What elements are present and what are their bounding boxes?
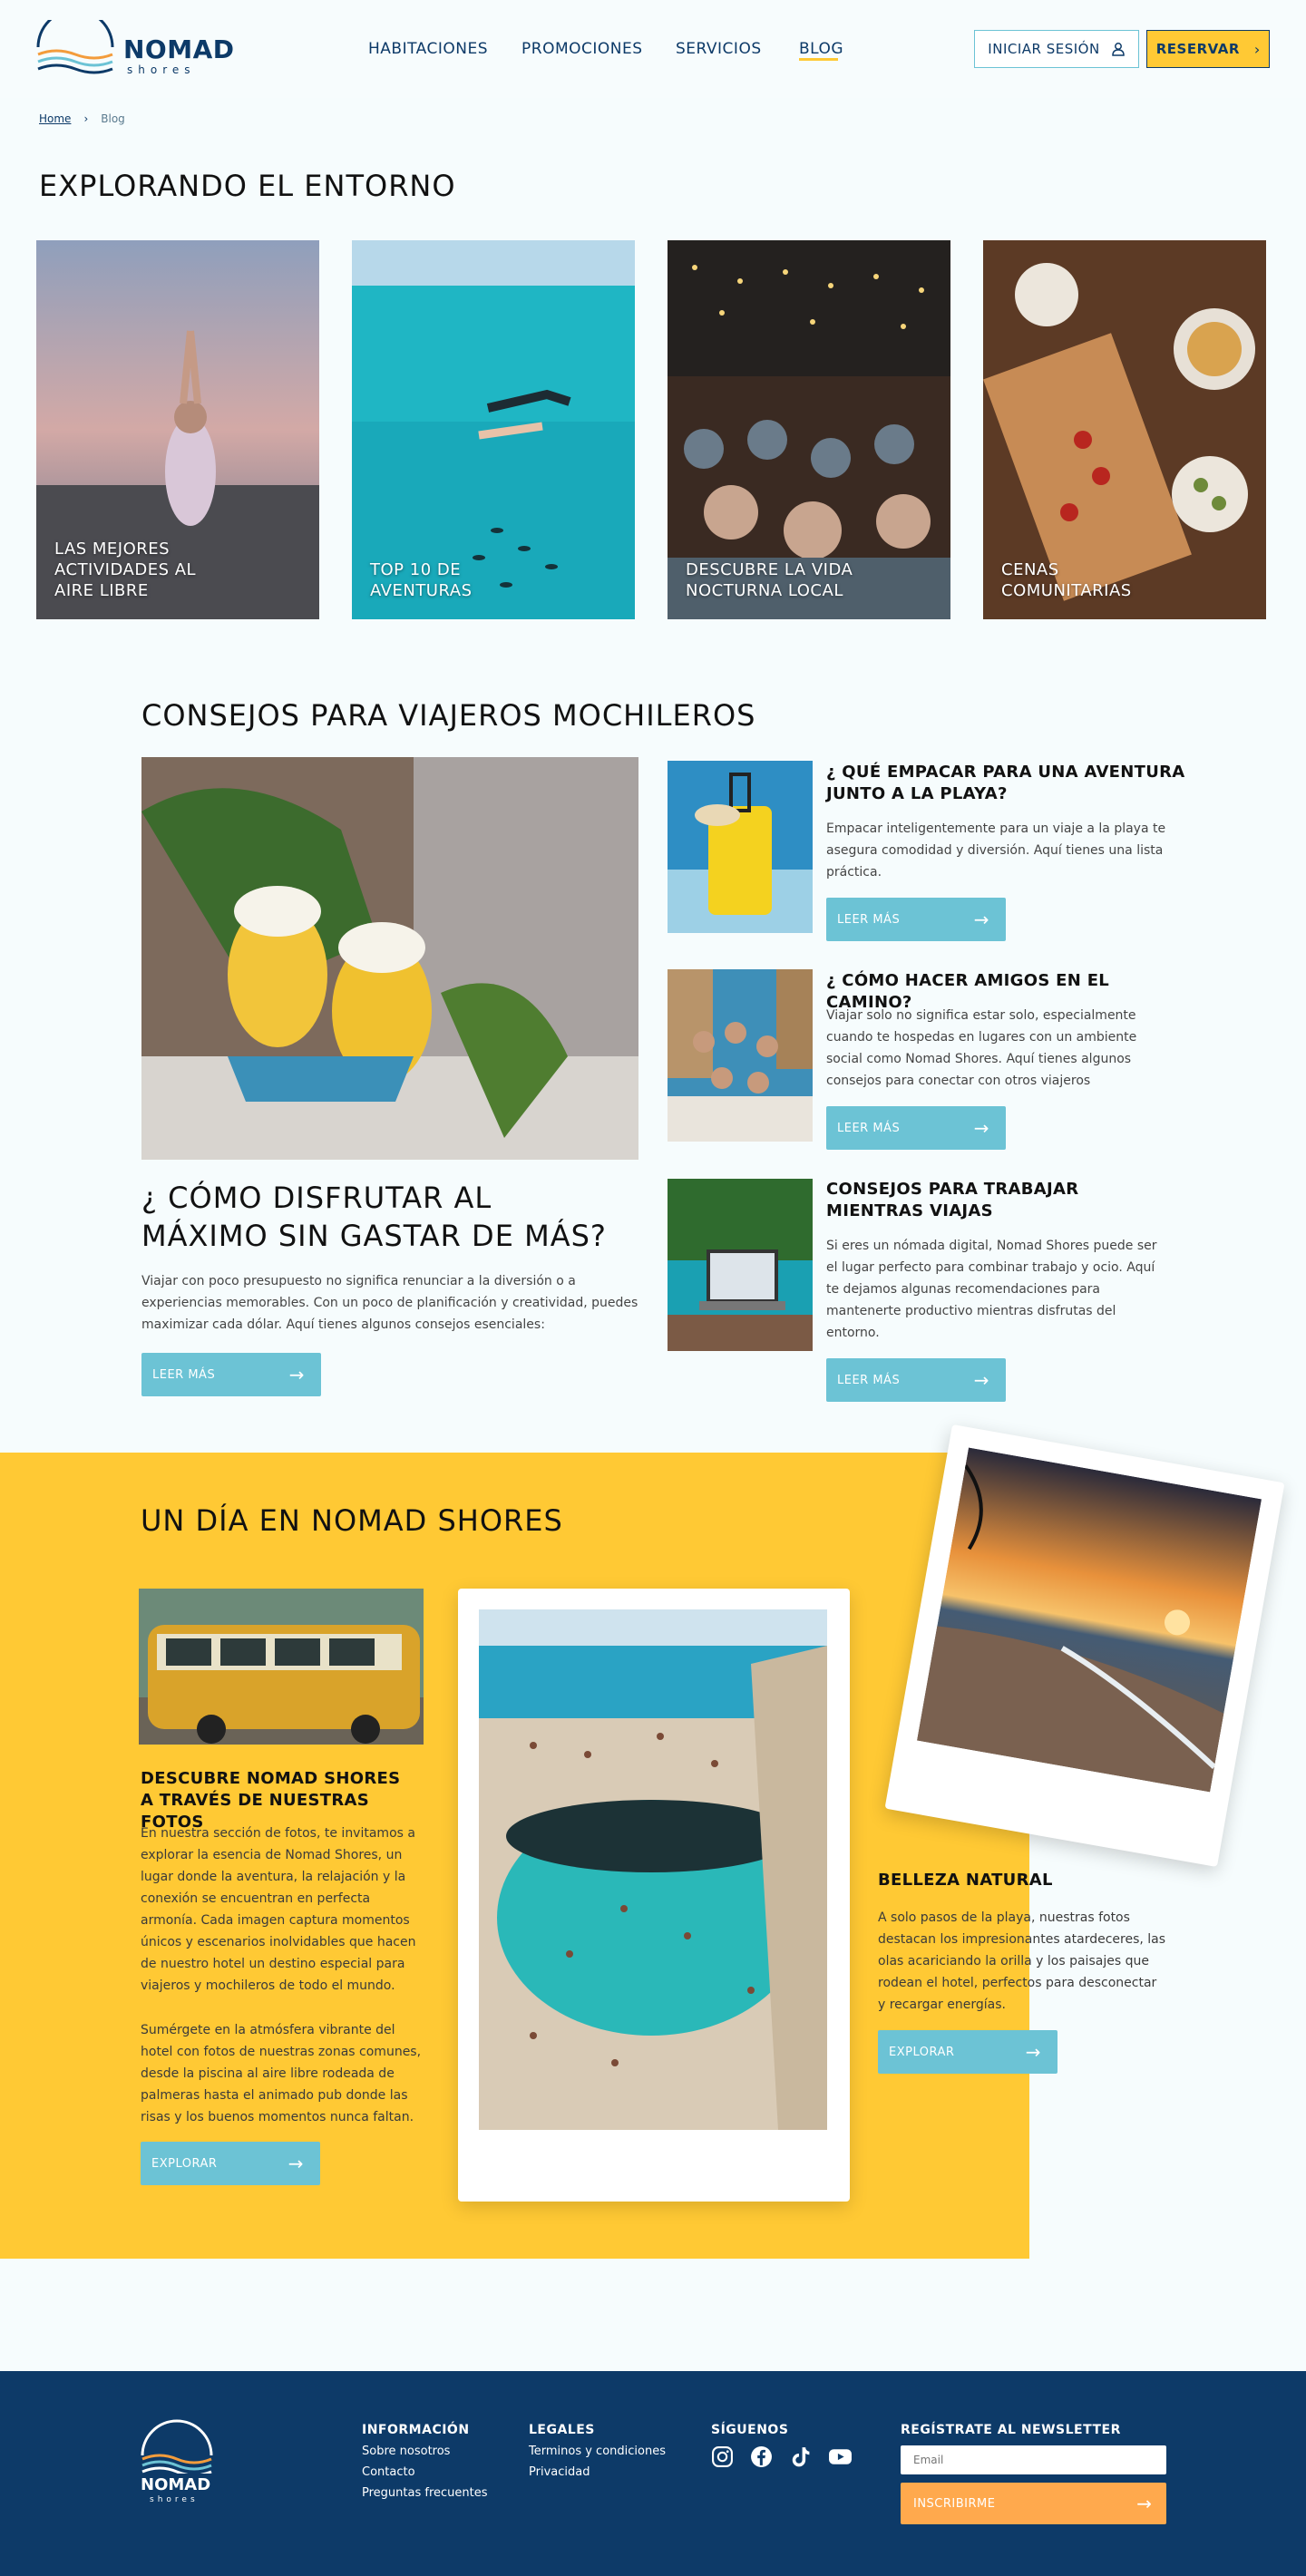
footer-social-title: SÍGUENOS — [711, 2423, 789, 2437]
arrow-right-icon: → — [1136, 2493, 1152, 2514]
footer-link-privacy[interactable]: Privacidad — [529, 2465, 590, 2479]
tip-text: Si eres un nómada digital, Nomad Shores … — [826, 1239, 1157, 1340]
login-button[interactable]: INICIAR SESIÓN — [974, 30, 1139, 68]
chevron-right-icon: › — [1253, 40, 1261, 58]
brand-sub: shores — [127, 63, 196, 76]
lemon-dessert-image — [141, 757, 638, 1160]
login-label: INICIAR SESIÓN — [988, 41, 1100, 57]
nature-title: BELLEZA NATURAL — [878, 1871, 1053, 1890]
button-label: LEER MÁS — [837, 912, 901, 927]
tiktok-icon[interactable] — [789, 2445, 812, 2468]
instagram-icon[interactable] — [711, 2445, 734, 2468]
youtube-icon[interactable] — [828, 2445, 853, 2468]
tip-text: Viajar solo no significa estar solo, esp… — [826, 1008, 1137, 1088]
site-header: NOMAD shores HABITACIONES PROMOCIONES SE… — [0, 0, 1306, 98]
friends-boat-image — [668, 969, 813, 1142]
card-caption: LAS MEJORES ACTIVIDADES AL AIRE LIBRE — [54, 540, 197, 600]
nav-blog[interactable]: BLOG — [799, 40, 843, 58]
facebook-icon[interactable] — [750, 2445, 773, 2468]
read-more-button[interactable]: LEER MÁS → — [826, 898, 1006, 941]
reserve-label: RESERVAR — [1155, 41, 1240, 57]
arrow-right-icon: → — [1025, 2041, 1041, 2063]
arrow-right-icon: → — [288, 2153, 304, 2174]
laptop-pool-image — [668, 1179, 813, 1351]
tip-title: ¿ QUÉ EMPACAR PARA UNA AVENTURA JUNTO A … — [826, 763, 1185, 803]
featured-read-more-button[interactable]: LEER MÁS → — [141, 1353, 321, 1396]
card-caption: TOP 10 DE AVENTURAS — [370, 560, 473, 600]
nav-active-underline — [799, 58, 838, 61]
waves-logo-icon — [141, 2419, 213, 2474]
button-label: EXPLORAR — [151, 2156, 218, 2171]
card-caption: CENAS COMUNITARIAS — [1001, 560, 1132, 600]
explore-card-adventures[interactable]: TOP 10 DE AVENTURAS — [352, 240, 635, 619]
reserve-button[interactable]: RESERVAR › — [1146, 30, 1270, 68]
polaroid-frame-sunset — [884, 1424, 1285, 1868]
footer-link-contact[interactable]: Contacto — [362, 2465, 415, 2479]
subscribe-label: INSCRIBIRME — [913, 2496, 996, 2511]
brand-logo[interactable]: NOMAD shores — [34, 20, 234, 76]
arrow-right-icon: → — [973, 909, 989, 930]
breadcrumb: Home › Blog — [39, 112, 125, 125]
button-label: LEER MÁS — [837, 1373, 901, 1387]
footer-info-title: INFORMACIÓN — [362, 2423, 470, 2437]
nav-habitaciones[interactable]: HABITACIONES — [368, 40, 488, 58]
user-icon — [1111, 43, 1125, 56]
photos-text-1: En nuestra sección de fotos, te invitamo… — [141, 1826, 416, 1993]
explore-card-dinners[interactable]: CENAS COMUNITARIAS — [983, 240, 1266, 619]
polaroid-frame-lagoon — [458, 1589, 850, 2202]
button-label: EXPLORAR — [889, 2045, 955, 2059]
nature-text: A solo pasos de la playa, nuestras fotos… — [878, 1910, 1166, 2012]
arrow-right-icon: → — [288, 1364, 305, 1385]
explore-title: EXPLORANDO EL ENTORNO — [39, 169, 456, 203]
chevron-right-icon: › — [83, 112, 89, 125]
breadcrumb-current: Blog — [101, 112, 125, 125]
read-more-button[interactable]: LEER MÁS → — [826, 1358, 1006, 1402]
footer-link-faq[interactable]: Preguntas frecuentes — [362, 2486, 488, 2500]
explore-card-nightlife[interactable]: DESCUBRE LA VIDA NOCTURNA LOCAL — [668, 240, 950, 619]
footer-logo[interactable]: NOMAD shores — [139, 2419, 215, 2505]
explore-card-outdoor[interactable]: LAS MEJORES ACTIVIDADES AL AIRE LIBRE — [36, 240, 319, 619]
lagoon-cave-image — [479, 1609, 827, 2130]
social-icons — [711, 2445, 853, 2468]
yellow-van-image — [139, 1589, 424, 1745]
breadcrumb-home[interactable]: Home — [39, 112, 71, 125]
tip-text: Empacar inteligentemente para un viaje a… — [826, 821, 1166, 880]
arrow-right-icon: → — [973, 1369, 989, 1391]
footer-legal-title: LEGALES — [529, 2423, 595, 2437]
arrow-right-icon: → — [973, 1117, 989, 1139]
photos-text-2: Sumérgete en la atmósfera vibrante del h… — [141, 2023, 422, 2124]
nav-servicios[interactable]: SERVICIOS — [676, 40, 762, 58]
nav-promociones[interactable]: PROMOCIONES — [521, 40, 643, 58]
tip-title: CONSEJOS PARA TRABAJAR MIENTRAS VIAJAS — [826, 1180, 1079, 1220]
footer-link-terms[interactable]: Terminos y condiciones — [529, 2445, 666, 2458]
explore-nature-button[interactable]: EXPLORAR → — [878, 2030, 1057, 2074]
footer-link-about[interactable]: Sobre nosotros — [362, 2445, 450, 2458]
read-more-button[interactable]: LEER MÁS → — [826, 1106, 1006, 1150]
explore-photos-button[interactable]: EXPLORAR → — [141, 2142, 320, 2185]
day-title: UN DÍA EN NOMAD SHORES — [141, 1503, 563, 1538]
footer-brand-name: NOMAD — [141, 2475, 211, 2494]
card-caption: DESCUBRE LA VIDA NOCTURNA LOCAL — [686, 560, 853, 600]
sunset-beach-image — [917, 1447, 1262, 1793]
subscribe-button[interactable]: INSCRIBIRME → — [901, 2483, 1166, 2524]
footer-brand-sub: shores — [150, 2495, 199, 2504]
footer-newsletter-title: REGÍSTRATE AL NEWSLETTER — [901, 2423, 1121, 2437]
featured-tip-text: Viajar con poco presupuesto no significa… — [141, 1274, 638, 1332]
tips-title: CONSEJOS PARA VIAJEROS MOCHILEROS — [141, 698, 756, 733]
button-label: LEER MÁS — [837, 1121, 901, 1135]
button-label: LEER MÁS — [152, 1367, 216, 1382]
yellow-suitcase-image — [668, 761, 813, 933]
newsletter-email-field[interactable] — [901, 2445, 1166, 2474]
brand-name: NOMAD — [123, 34, 235, 64]
featured-tip-title: ¿ CÓMO DISFRUTAR AL MÁXIMO SIN GASTAR DE… — [141, 1181, 607, 1253]
waves-logo-icon — [36, 20, 114, 74]
